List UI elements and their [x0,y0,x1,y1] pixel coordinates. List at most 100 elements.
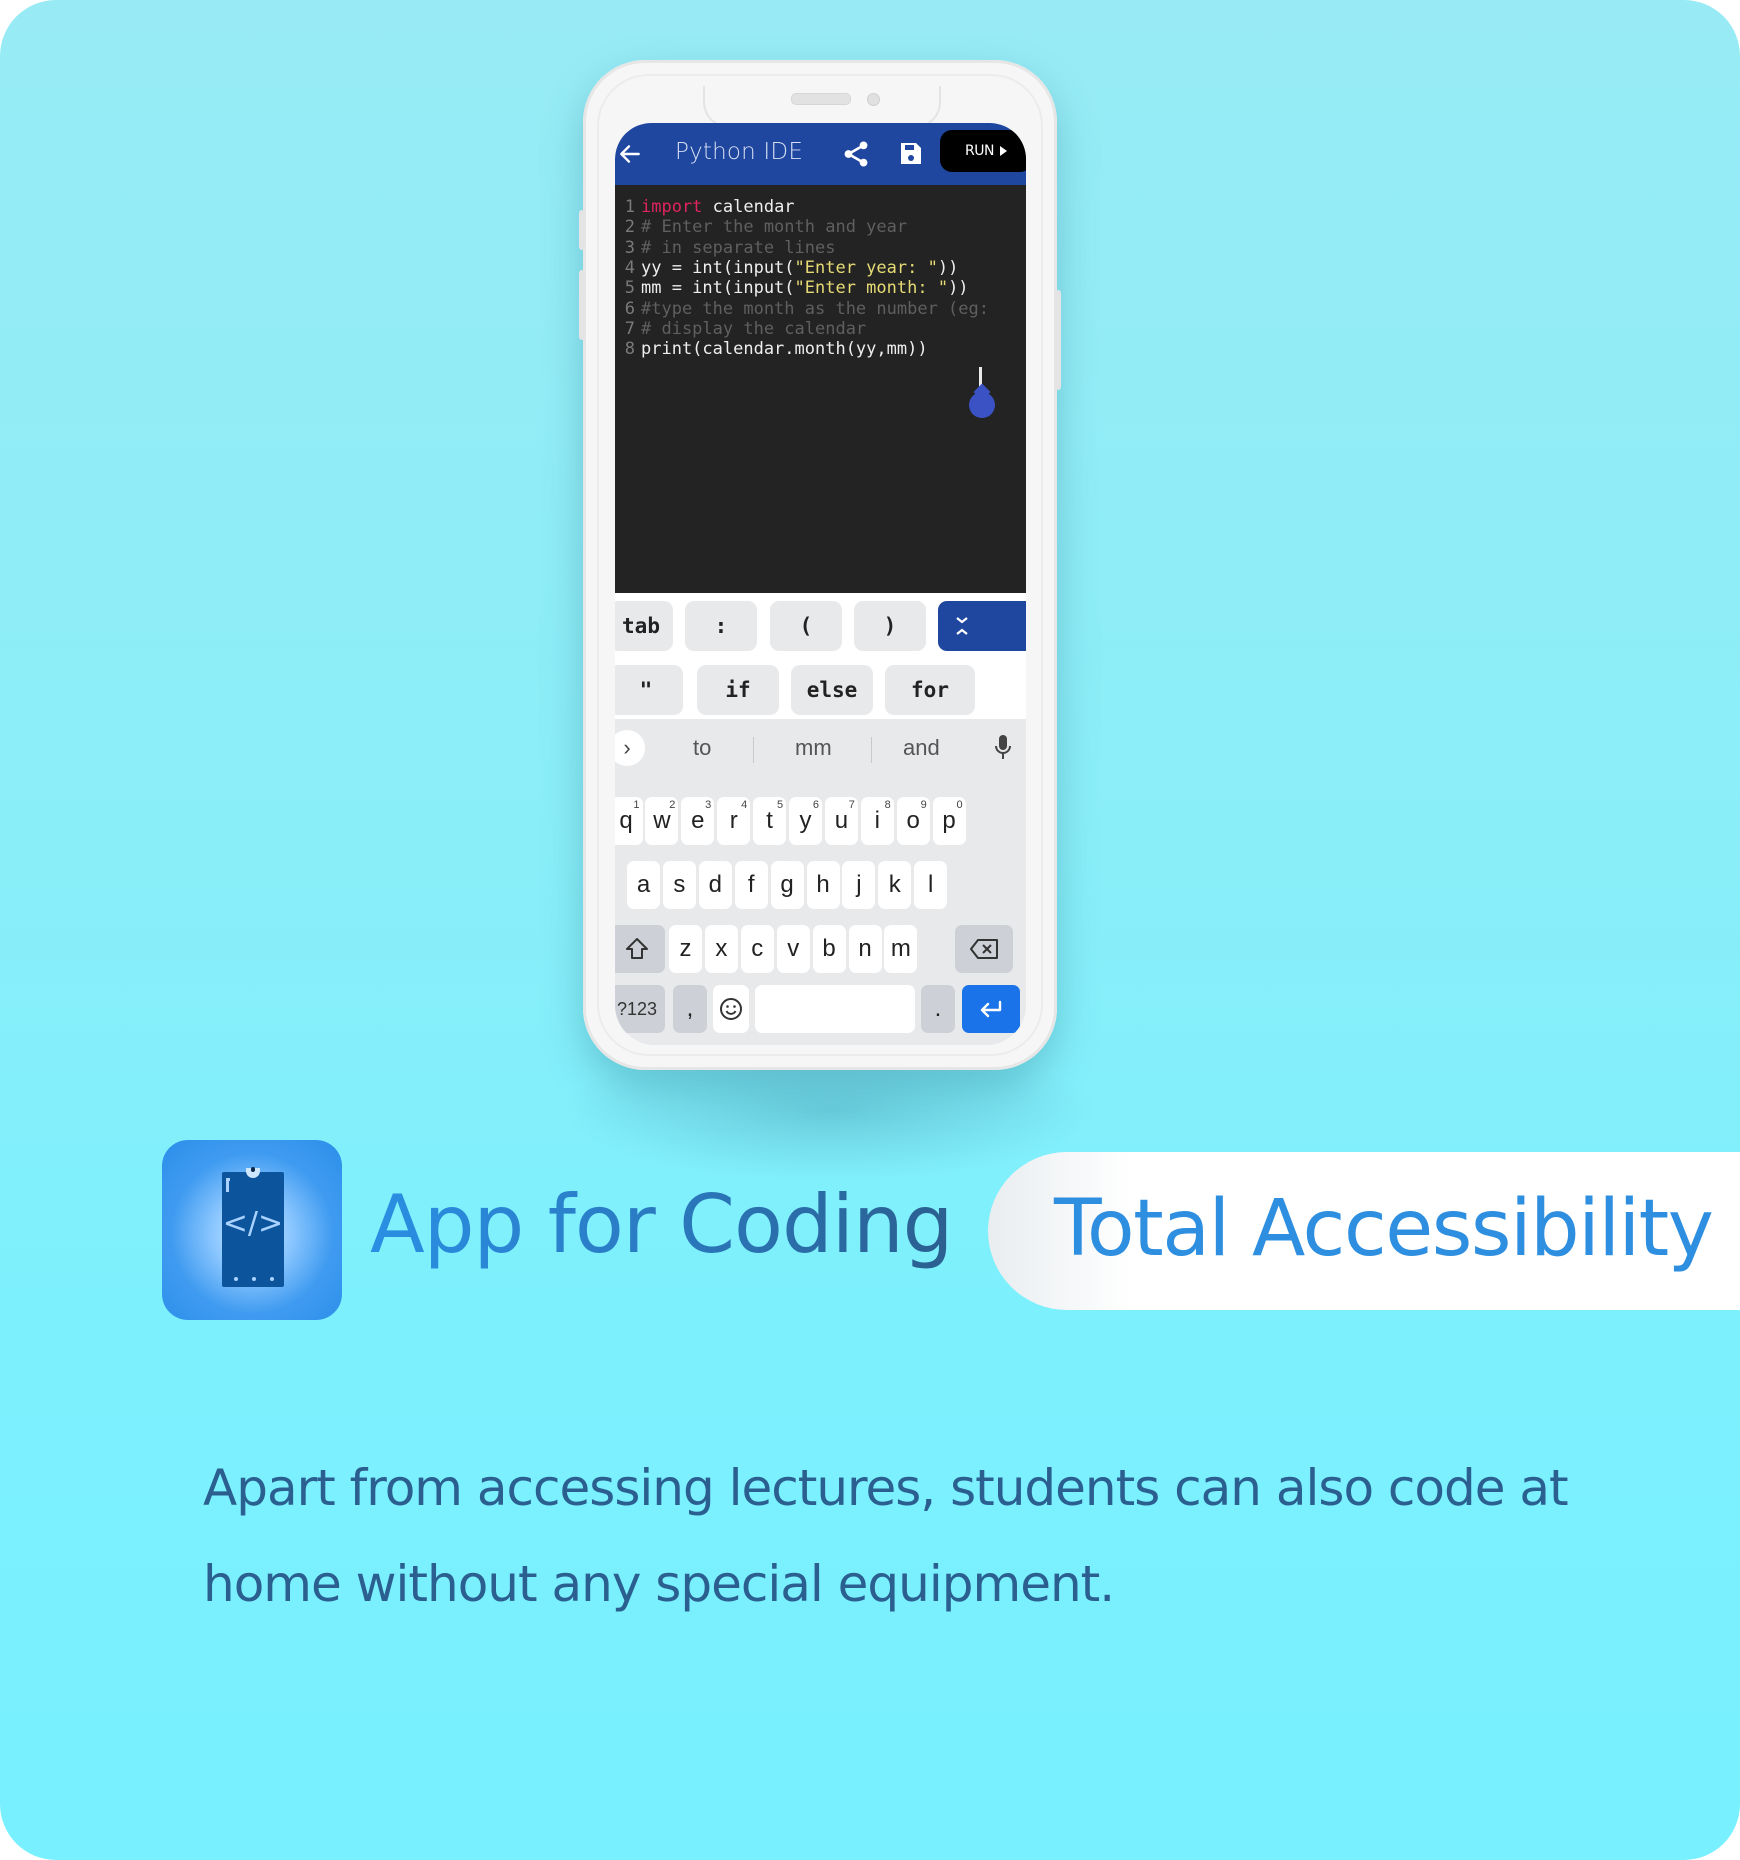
key-hint: 5 [776,799,784,811]
key-w[interactable]: w2 [645,797,679,845]
key-hint: 7 [848,799,855,811]
feature-card: Python IDE RUN 1 import calendar 2 # Ent… [0,0,1740,1860]
arrow-left-icon[interactable] [617,141,643,167]
key-u[interactable]: u7 [824,797,858,845]
feature-badge: Total Accessibility [988,1152,1740,1310]
code-token: yy = int(input( [641,257,795,278]
backspace-icon [970,939,998,959]
key-x[interactable]: x [704,925,738,973]
feature-description: Apart from accessing lectures, students … [203,1459,1569,1613]
suggestion-strip: › to mm and [615,719,1026,777]
code-editor[interactable]: 1 import calendar 2 # Enter the month and y… [615,185,1026,593]
key-n[interactable]: n [848,925,882,973]
app-icon-corner [226,1178,230,1192]
code-token: print(calendar.month(yy,mm)) [641,339,928,360]
key-hint: 0 [956,799,963,811]
shortcut-key[interactable]: ( [770,601,842,651]
key-y[interactable]: y6 [789,797,822,845]
cursor-handle[interactable] [969,392,995,418]
key-s[interactable]: s [662,861,696,909]
key-o[interactable]: o9 [896,797,930,845]
key-hint: 3 [705,799,712,811]
code-shortcut-bar: tab : ( ) " if else for [615,593,1026,719]
key-l[interactable]: l [914,861,948,909]
key-f[interactable]: f [734,861,768,909]
phone-mockup: Python IDE RUN 1 import calendar 2 # Ent… [579,60,1061,1070]
shortcut-key[interactable]: for [885,665,975,715]
shortcut-key[interactable]: if [697,665,779,715]
key-d[interactable]: d [698,861,732,909]
code-line: 8 print(calendar.month(yy,mm)) [615,337,928,361]
floppy-disk-icon[interactable] [899,140,923,166]
space-key[interactable] [755,985,915,1033]
app-icon-notch [246,1167,260,1178]
suggestion-word[interactable]: and [903,735,940,761]
share-icon[interactable] [843,140,869,168]
code-token: import [641,197,703,217]
app-icon-dots [234,1277,274,1281]
suggestion-word[interactable]: mm [795,735,832,761]
suggestion-word[interactable]: to [693,735,711,761]
key-g[interactable]: g [770,861,804,909]
code-token: "Enter year: " [794,257,938,278]
divider [871,737,872,763]
code-token: "Enter month: " [794,278,949,299]
code-token: )) [937,257,959,278]
code-token: calendar [702,197,795,217]
feature-badge-label: Total Accessibility [1054,1184,1714,1274]
run-button[interactable]: RUN [940,130,1026,172]
divider [753,737,754,763]
microphone-icon[interactable] [993,734,1013,762]
comma-key[interactable]: , [673,985,707,1033]
code-token: # in separate lines [641,237,836,258]
phone-camera [867,93,880,106]
code-token: mm = int(input( [641,278,795,299]
key-hint: 8 [884,799,891,811]
phone-side-button [579,270,585,340]
key-hint: 6 [812,799,819,811]
shortcut-key[interactable]: : [685,601,757,651]
key-p[interactable]: p0 [932,797,966,845]
app-icon-phone-shape: </> [222,1167,284,1287]
key-v[interactable]: v [776,925,810,973]
shift-key[interactable] [615,925,665,973]
code-token: # Enter the month and year [641,217,908,238]
key-j[interactable]: j [842,861,876,909]
backspace-key[interactable] [955,925,1013,973]
key-a[interactable]: a [627,861,660,909]
symbols-key[interactable]: ?123 [615,985,665,1033]
period-key[interactable]: . [921,985,955,1033]
key-i[interactable]: i8 [860,797,894,845]
key-q[interactable]: q1 [615,797,643,845]
key-t[interactable]: t5 [753,797,787,845]
key-m[interactable]: m [884,925,918,973]
key-hint: 2 [669,799,676,811]
enter-key[interactable] [962,985,1020,1033]
key-b[interactable]: b [812,925,846,973]
app-title: Python IDE [675,139,804,165]
key-z[interactable]: z [669,925,702,973]
shortcut-key[interactable]: " [615,665,683,715]
run-label: RUN [965,143,994,159]
chevron-right-icon[interactable]: › [615,730,645,766]
shortcut-key[interactable]: else [791,665,873,715]
play-icon [999,146,1007,156]
key-e[interactable]: e3 [681,797,715,845]
shortcut-key[interactable]: ) [854,601,926,651]
key-hint: 1 [633,799,640,811]
key-h[interactable]: h [806,861,840,909]
emoji-key[interactable] [713,985,749,1033]
emoji-smile-icon [720,998,742,1020]
key-r[interactable]: r4 [717,797,751,845]
phone-speaker [791,93,851,105]
key-hint: 9 [920,799,927,811]
key-c[interactable]: c [740,925,774,973]
enter-return-icon [980,1000,1002,1018]
shortcut-key[interactable]: tab [615,601,673,651]
phone-side-button [1055,290,1061,390]
phone-screen: Python IDE RUN 1 import calendar 2 # Ent… [615,123,1026,1045]
shift-arrow-icon [626,938,648,959]
key-k[interactable]: k [878,861,912,909]
phone-side-button [579,210,585,250]
toggle-keyboard-button[interactable] [938,601,1026,651]
